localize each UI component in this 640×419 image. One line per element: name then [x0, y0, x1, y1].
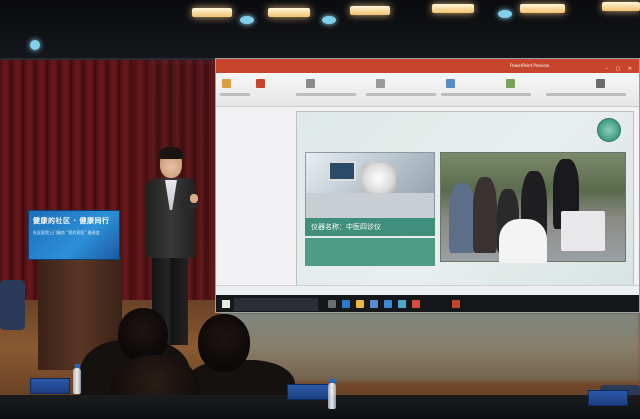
chair	[0, 280, 25, 330]
desk	[306, 193, 434, 219]
ribbon-group	[546, 93, 626, 96]
lectern-subtitle: 社区医院上门服务 “签约家医” 推进会	[33, 230, 100, 235]
ceiling-spotlight	[30, 40, 40, 50]
ribbon-group	[296, 93, 356, 96]
bottle-cap	[329, 379, 335, 383]
diagnostic-device	[361, 163, 396, 193]
device-photo	[305, 152, 435, 219]
ceiling-light	[602, 2, 640, 11]
paragraph-icon	[376, 79, 385, 88]
slide-description	[305, 238, 435, 266]
arrange-icon	[506, 79, 515, 88]
projection-screen: PowerPoint Preview – ▢ ✕ 仪器名称：中医四诊仪	[215, 58, 640, 313]
ceiling-spotlight	[240, 16, 254, 24]
ceiling-spotlight	[322, 16, 336, 24]
ceiling-light	[432, 4, 474, 13]
lectern-title: 健康的社区 · 健康同行	[33, 217, 110, 225]
nametag	[588, 390, 628, 406]
find-icon	[596, 79, 605, 88]
laptop	[561, 211, 605, 251]
ceiling-light	[192, 8, 232, 17]
nametag	[30, 378, 70, 394]
ceiling-light	[520, 4, 565, 13]
shapes-icon	[446, 79, 455, 88]
slide-logo-icon	[597, 118, 621, 142]
new-slide-icon	[256, 79, 265, 88]
titlebar-app-name: PowerPoint Preview	[510, 63, 549, 68]
consultation-photo	[440, 152, 626, 263]
water-bottle	[328, 383, 336, 409]
ceiling-light	[350, 6, 390, 15]
monitor	[328, 161, 356, 181]
person-silhouette	[473, 177, 497, 253]
device-on-table	[499, 219, 547, 263]
audience-head	[198, 314, 250, 372]
font-icon	[306, 79, 315, 88]
ceiling-spotlight	[498, 10, 512, 18]
water-bottle	[73, 368, 81, 394]
ribbon-group	[220, 93, 250, 96]
slide-device-label: 仪器名称：中医四诊仪	[305, 218, 435, 236]
ribbon-group	[441, 93, 531, 96]
audience-head	[118, 308, 168, 362]
paste-icon	[222, 79, 231, 88]
nametag	[287, 384, 329, 400]
lectern-display: 健康的社区 · 健康同行 社区医院上门服务 “签约家医” 推进会	[28, 210, 120, 260]
ribbon-group	[366, 93, 436, 96]
powerpoint-titlebar: PowerPoint Preview – ▢ ✕	[216, 59, 639, 73]
slide-canvas: 仪器名称：中医四诊仪	[296, 111, 634, 312]
presenter-hand	[190, 194, 198, 203]
presenter-hair	[159, 147, 183, 159]
ceiling	[0, 0, 640, 60]
bottle-cap	[74, 364, 80, 368]
ceiling-light	[268, 8, 310, 17]
person-silhouette	[449, 183, 475, 253]
conference-photo: PowerPoint Preview – ▢ ✕ 仪器名称：中医四诊仪 健康的社…	[0, 0, 640, 419]
powerpoint-statusbar	[216, 285, 639, 295]
ribbon-toolbar	[216, 73, 639, 107]
